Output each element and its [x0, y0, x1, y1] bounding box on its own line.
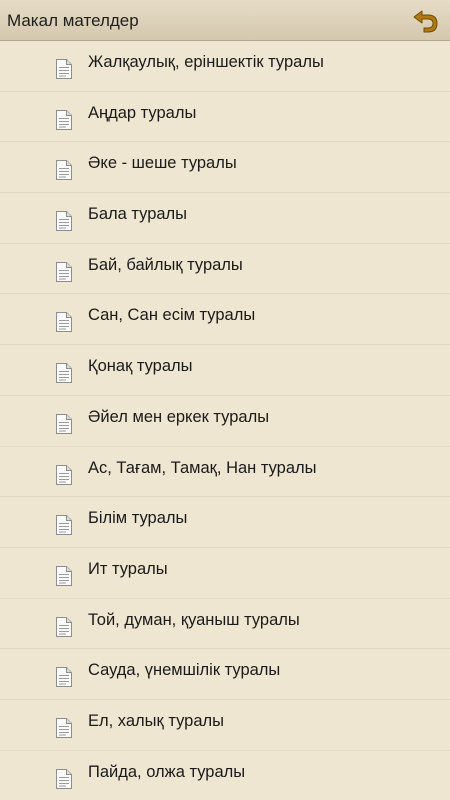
document-icon [56, 667, 72, 688]
document-icon [56, 515, 72, 536]
list-item[interactable]: Бала туралы [0, 193, 450, 244]
list-item[interactable]: Той, думан, қуаныш туралы [0, 599, 450, 650]
document-icon [56, 363, 72, 384]
list-item-label: Бала туралы [88, 205, 188, 224]
list-item-label: Ел, халық туралы [88, 711, 224, 730]
list-item-label: Ас, Тағам, Тамақ, Нан туралы [88, 458, 317, 477]
list-item[interactable]: Білім туралы [0, 497, 450, 548]
list-item[interactable]: Әке - шеше туралы [0, 142, 450, 194]
document-icon [56, 59, 72, 79]
topic-list: Жалқаулық, еріншектік туралы Аңдар турал… [0, 41, 450, 800]
list-item-label: Аңдар туралы [88, 103, 197, 122]
list-item-label: Білім туралы [88, 509, 188, 528]
document-icon [56, 160, 72, 181]
list-item[interactable]: Жалқаулық, еріншектік туралы [0, 41, 450, 92]
list-item[interactable]: Бай, байлық туралы [0, 244, 450, 295]
list-item-label: Пайда, олжа туралы [88, 762, 246, 781]
document-icon [56, 211, 72, 232]
app-screen: Макал мателдер Жалқаулық, еріншектік тур… [0, 0, 450, 800]
list-item-label: Қонақ туралы [88, 357, 193, 376]
list-item[interactable]: Қонақ туралы [0, 345, 450, 396]
list-item-label: Әйел мен еркек туралы [88, 407, 270, 426]
document-icon [56, 565, 72, 586]
list-item[interactable]: Ел, халық туралы [0, 700, 450, 751]
document-icon [56, 312, 72, 333]
list-item[interactable]: Сан, Сан есім туралы [0, 294, 450, 346]
list-item-label: Ит туралы [88, 559, 168, 578]
list-item[interactable]: Аңдар туралы [0, 92, 450, 143]
list-item[interactable]: Пайда, олжа туралы [0, 751, 450, 800]
document-icon [56, 109, 72, 130]
document-icon [56, 616, 72, 637]
document-icon [56, 413, 72, 434]
list-item-label: Әке - шеше туралы [88, 154, 237, 173]
list-item[interactable]: Әйел мен еркек туралы [0, 396, 450, 447]
list-item-label: Бай, байлық туралы [88, 255, 243, 274]
list-item[interactable]: Сауда, үнемшілік туралы [0, 649, 450, 700]
list-item[interactable]: Ас, Тағам, Тамақ, Нан туралы [0, 447, 450, 498]
document-icon [56, 464, 72, 485]
list-item-label: Сауда, үнемшілік туралы [88, 661, 281, 680]
list-item-label: Жалқаулық, еріншектік туралы [88, 53, 324, 71]
action-bar: Макал мателдер [0, 0, 450, 41]
document-icon [56, 261, 72, 282]
page-title: Макал мателдер [7, 11, 139, 30]
list-item[interactable]: Ит туралы [0, 548, 450, 599]
back-button[interactable] [408, 5, 442, 37]
document-icon [56, 768, 72, 789]
list-item-label: Той, думан, қуаныш туралы [88, 610, 300, 629]
back-arrow-icon [413, 10, 438, 33]
list-item-label: Сан, Сан есім туралы [88, 306, 256, 325]
document-icon [56, 717, 72, 738]
